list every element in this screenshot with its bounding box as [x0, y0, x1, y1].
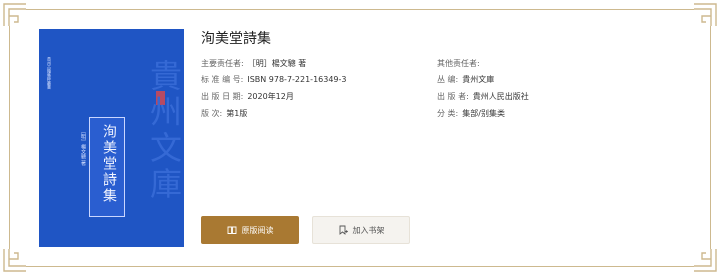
corner-ornament-bottom-left-icon	[2, 247, 28, 273]
meta-label: 分 类:	[437, 109, 459, 118]
corner-ornament-top-left-icon	[2, 2, 28, 28]
cover-series-strip: 貴州古籍集粹叢書	[47, 57, 52, 89]
meta-value: 集部/别集类	[462, 109, 505, 118]
corner-ornament-top-right-icon	[692, 2, 718, 28]
meta-label: 出 版 者:	[437, 92, 469, 101]
frame-left-line	[9, 26, 10, 249]
add-to-shelf-button[interactable]: 加入书架	[312, 216, 410, 244]
meta-label: 标 准 编 号:	[201, 75, 244, 84]
book-cover[interactable]: 貴州古籍集粹叢書 貴州文庫 ［明］楊文驄 著 洵美堂詩集	[39, 29, 184, 247]
meta-value: 第1版	[226, 109, 248, 118]
cover-series-title: 貴州文庫	[145, 59, 183, 203]
frame-top-line	[26, 9, 694, 10]
frame-bottom-line	[26, 266, 694, 267]
add-to-shelf-label: 加入书架	[352, 225, 385, 235]
cover-title: 洵美堂詩集	[101, 124, 117, 204]
meta-label: 丛 编:	[437, 75, 459, 84]
meta-category: 分 类: 集部/别集类	[437, 108, 505, 120]
meta-label: 出 版 日 期:	[201, 92, 244, 101]
read-original-label: 原版阅读	[241, 225, 274, 235]
book-open-icon	[227, 225, 237, 235]
meta-value: ISBN 978-7-221-16349-3	[247, 75, 347, 84]
meta-other-authors: 其他责任者:	[437, 58, 484, 70]
bookmark-add-icon	[338, 225, 348, 235]
book-title: 洵美堂詩集	[201, 31, 271, 47]
meta-value: 貴州人民出版社	[472, 92, 529, 101]
meta-value: 2020年12月	[247, 92, 294, 101]
meta-value: ［明］楊文驄 著	[247, 59, 307, 68]
meta-publisher: 出 版 者: 貴州人民出版社	[437, 91, 529, 103]
meta-edition: 版 次: 第1版	[201, 108, 247, 120]
read-original-button[interactable]: 原版阅读	[201, 216, 299, 244]
meta-series: 丛 编: 貴州文庫	[437, 74, 494, 86]
meta-value: 貴州文庫	[462, 75, 495, 84]
meta-label: 主要责任者:	[201, 59, 244, 68]
cover-title-panel: 洵美堂詩集	[89, 117, 125, 217]
meta-primary-author: 主要责任者: ［明］楊文驄 著	[201, 58, 306, 70]
cover-author: ［明］楊文驄 著	[80, 129, 86, 166]
meta-publish-date: 出 版 日 期: 2020年12月	[201, 91, 294, 103]
frame-right-line	[710, 26, 711, 249]
meta-label: 其他责任者:	[437, 59, 480, 68]
meta-isbn: 标 准 编 号: ISBN 978-7-221-16349-3	[201, 74, 347, 86]
meta-label: 版 次:	[201, 109, 223, 118]
corner-ornament-bottom-right-icon	[692, 247, 718, 273]
